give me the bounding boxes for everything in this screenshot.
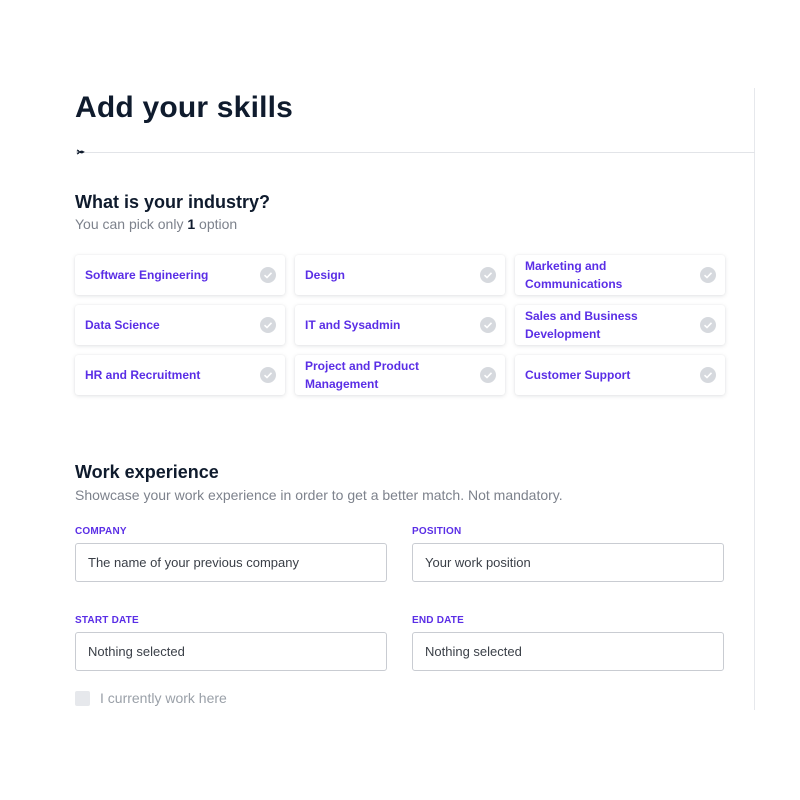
industry-option-label: Marketing and Communications — [525, 259, 623, 291]
industry-option-hr[interactable]: HR and Recruitment — [75, 355, 285, 395]
work-experience-subtitle: Showcase your work experience in order t… — [75, 487, 563, 503]
industry-option-label: Data Science — [85, 318, 160, 332]
industry-subtitle: You can pick only 1 option — [75, 215, 237, 233]
company-label: COMPANY — [75, 526, 127, 537]
industry-options: Software Engineering Design Marketing an… — [75, 255, 725, 395]
right-divider — [754, 88, 755, 710]
industry-option-customer-support[interactable]: Customer Support — [515, 355, 725, 395]
current-job-checkbox[interactable] — [75, 690, 90, 706]
current-job-row: I currently work here — [75, 690, 227, 706]
check-icon — [700, 267, 716, 283]
industry-option-project-management[interactable]: Project and Product Management — [295, 355, 505, 395]
industry-option-it-sysadmin[interactable]: IT and Sysadmin — [295, 305, 505, 345]
check-icon — [700, 317, 716, 333]
industry-option-data-science[interactable]: Data Science — [75, 305, 285, 345]
position-input[interactable] — [412, 543, 724, 582]
end-date-select[interactable]: Nothing selected — [412, 632, 724, 671]
industry-option-label: Project and Product Management — [305, 359, 420, 391]
page-title: Add your skills — [75, 91, 294, 124]
check-icon — [260, 267, 276, 283]
end-date-label: END DATE — [412, 615, 464, 626]
check-icon — [700, 367, 716, 383]
start-date-value: Nothing selected — [88, 644, 185, 659]
industry-title: What is your industry? — [75, 192, 271, 212]
industry-subtitle-suffix: option — [195, 216, 238, 232]
industry-option-software-engineering[interactable]: Software Engineering — [75, 255, 285, 295]
check-icon — [260, 367, 276, 383]
progress-indicator — [75, 146, 755, 160]
check-icon — [480, 367, 496, 383]
industry-option-label: Software Engineering — [85, 268, 209, 282]
industry-subtitle-prefix: You can pick only — [75, 216, 188, 232]
industry-option-label: Customer Support — [525, 368, 631, 382]
industry-option-marketing[interactable]: Marketing and Communications — [515, 255, 725, 295]
industry-option-label: HR and Recruitment — [85, 368, 201, 382]
industry-subtitle-count: 1 — [187, 216, 196, 232]
company-input[interactable] — [75, 543, 387, 582]
industry-option-sales[interactable]: Sales and Business Development — [515, 305, 725, 345]
check-icon — [260, 317, 276, 333]
work-experience-title: Work experience — [75, 462, 219, 482]
end-date-value: Nothing selected — [425, 644, 522, 659]
check-icon — [480, 267, 496, 283]
industry-option-label: Design — [305, 268, 346, 282]
position-label: POSITION — [412, 526, 462, 537]
progress-line — [85, 152, 755, 153]
start-date-label: START DATE — [75, 615, 139, 626]
current-job-label: I currently work here — [100, 690, 227, 706]
industry-option-design[interactable]: Design — [295, 255, 505, 295]
industry-option-label: IT and Sysadmin — [305, 318, 401, 332]
start-date-select[interactable]: Nothing selected — [75, 632, 387, 671]
industry-option-label: Sales and Business Development — [525, 309, 638, 341]
check-icon — [480, 317, 496, 333]
